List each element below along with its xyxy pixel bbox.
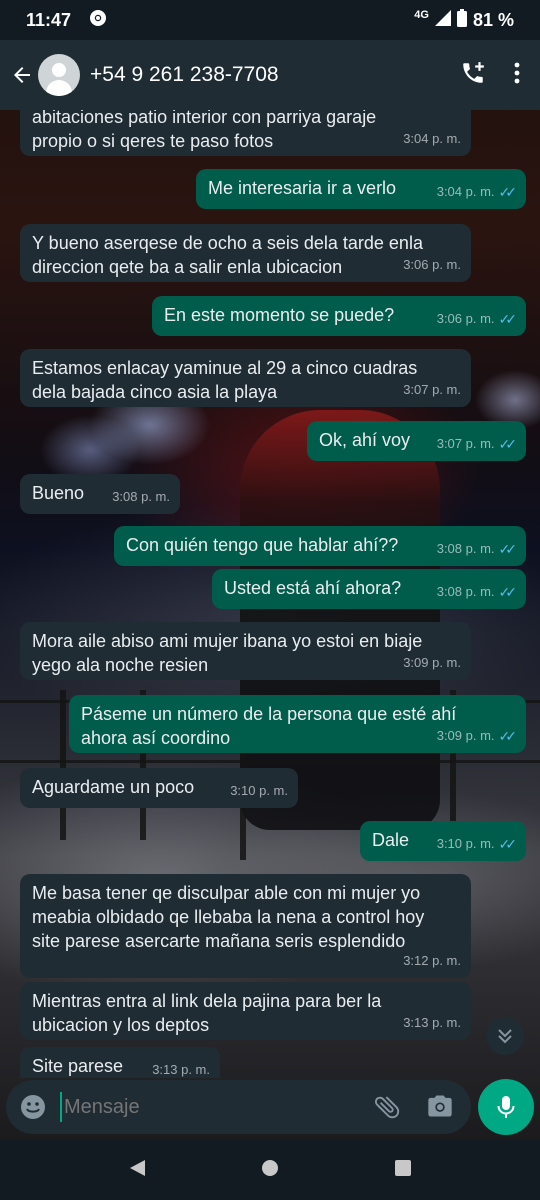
read-receipt-icon: ✓✓ (498, 311, 518, 327)
message-text: Y bueno aserqese de ocho a seis dela tar… (32, 233, 423, 277)
read-receipt-icon: ✓✓ (498, 836, 518, 852)
message-incoming[interactable]: Site parese 3:13 p. m. (20, 1047, 220, 1078)
battery-icon (456, 8, 467, 32)
attach-button[interactable] (372, 1092, 402, 1127)
camera-icon (428, 1095, 452, 1117)
message-outgoing[interactable]: Usted está ahí ahora? 3:08 p. m. ✓✓ (212, 569, 526, 609)
message-text: Estamos enlacay yaminue al 29 a cinco cu… (32, 358, 418, 402)
message-time: 3:08 p. m. (436, 584, 495, 599)
message-time: 3:10 p. m. (230, 783, 288, 798)
read-receipt-icon: ✓✓ (498, 436, 518, 452)
message-time: 3:10 p. m. (436, 836, 495, 851)
nav-back-button[interactable] (127, 1158, 147, 1183)
message-text: Mientras entra al link dela pajina para … (32, 991, 382, 1035)
message-incoming[interactable]: Estamos enlacay yaminue al 29 a cinco cu… (20, 349, 471, 407)
nav-home-button[interactable] (260, 1158, 280, 1183)
message-outgoing[interactable]: Ok, ahí voy 3:07 p. m. ✓✓ (307, 421, 526, 461)
chat-header: +54 9 261 238-7708 (0, 40, 540, 110)
message-outgoing[interactable]: Dale 3:10 p. m. ✓✓ (360, 821, 526, 861)
message-time: 3:06 p. m. (403, 257, 461, 272)
message-text: abitaciones patio interior con parriya g… (32, 110, 377, 151)
message-time: 3:04 p. m. (403, 131, 461, 146)
read-receipt-icon: ✓✓ (498, 184, 518, 200)
emoji-button[interactable] (18, 1092, 48, 1122)
emoji-icon (21, 1095, 45, 1119)
more-vert-icon (514, 62, 520, 83)
add-call-button[interactable] (460, 60, 486, 91)
message-time: 3:07 p. m. (436, 436, 495, 451)
status-bar: 11:47 4G 81 % (0, 0, 540, 40)
camera-button[interactable] (426, 1092, 454, 1125)
nav-recents-button[interactable] (393, 1158, 413, 1183)
add-call-icon (463, 61, 484, 83)
message-outgoing[interactable]: Con quién tengo que hablar ahí?? 3:08 p.… (114, 526, 526, 566)
message-time: 3:08 p. m. (436, 541, 495, 556)
message-outgoing[interactable]: Páseme un número de la persona que esté … (69, 695, 526, 753)
square-recents-icon (395, 1159, 412, 1176)
double-chevron-down-icon (498, 1029, 512, 1044)
chrome-notification-icon (89, 9, 107, 32)
message-time: 3:12 p. m. (403, 953, 461, 968)
avatar[interactable] (38, 54, 80, 96)
more-options-button[interactable] (514, 62, 520, 89)
read-receipt-icon: ✓✓ (498, 584, 518, 600)
message-text: Me basa tener qe disculpar able con mi m… (32, 883, 425, 951)
message-incoming[interactable]: Aguardame un poco 3:10 p. m. (20, 768, 298, 808)
message-time: 3:07 p. m. (403, 382, 461, 397)
message-text: Mora aile abiso ami mujer ibana yo estoi… (32, 631, 423, 675)
message-incoming[interactable]: Bueno 3:08 p. m. (20, 474, 180, 514)
circle-home-icon (261, 1159, 278, 1176)
message-time: 3:08 p. m. (112, 489, 170, 504)
system-nav-bar (0, 1140, 540, 1200)
back-button[interactable] (4, 57, 40, 93)
message-outgoing[interactable]: Me interesaria ir a verlo 3:04 p. m. ✓✓ (196, 169, 526, 209)
microphone-icon (497, 1096, 515, 1118)
read-receipt-icon: ✓✓ (498, 541, 518, 557)
voice-message-button[interactable] (478, 1079, 534, 1135)
scroll-to-bottom-button[interactable] (486, 1017, 524, 1055)
message-composer (6, 1080, 471, 1134)
message-incoming[interactable]: Me basa tener qe disculpar able con mi m… (20, 874, 471, 978)
message-time: 3:13 p. m. (152, 1062, 210, 1077)
triangle-back-icon (129, 1159, 145, 1176)
message-outgoing[interactable]: En este momento se puede? 3:06 p. m. ✓✓ (152, 296, 526, 336)
read-receipt-icon: ✓✓ (498, 728, 518, 744)
back-arrow-icon (14, 67, 30, 83)
status-time: 11:47 (26, 9, 72, 30)
message-list[interactable]: abitaciones patio interior con parriya g… (0, 110, 540, 1078)
network-type: 4G (414, 9, 429, 21)
message-time: 3:06 p. m. (436, 311, 495, 326)
message-incoming[interactable]: Mora aile abiso ami mujer ibana yo estoi… (20, 622, 471, 680)
signal-icon (434, 9, 451, 31)
message-time: 3:04 p. m. (436, 184, 495, 199)
message-incoming[interactable]: abitaciones patio interior con parriya g… (20, 110, 471, 156)
paperclip-icon (374, 1096, 400, 1119)
message-incoming[interactable]: Y bueno aserqese de ocho a seis dela tar… (20, 224, 471, 282)
message-time: 3:09 p. m. (436, 728, 495, 743)
battery-level: 81 % (472, 9, 514, 30)
message-input[interactable] (60, 1092, 350, 1122)
message-time: 3:13 p. m. (403, 1015, 461, 1030)
message-incoming[interactable]: Mientras entra al link dela pajina para … (20, 982, 471, 1040)
message-time: 3:09 p. m. (403, 655, 461, 670)
contact-name[interactable]: +54 9 261 238-7708 (90, 63, 279, 87)
